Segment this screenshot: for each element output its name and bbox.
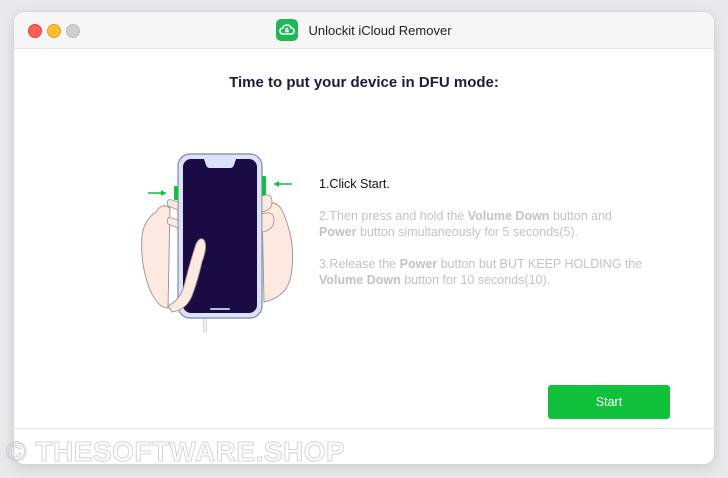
app-window: Unlockit iCloud Remover Time to put your…: [14, 12, 714, 464]
volume-down-marker: [174, 186, 178, 200]
cloud-unlock-icon: [276, 19, 299, 41]
start-button[interactable]: Start: [548, 385, 670, 419]
watermark: © THESOFTWARE.SHOP: [5, 436, 346, 468]
power-marker: [262, 176, 266, 196]
page-title: Time to put your device in DFU mode:: [229, 74, 499, 91]
step-3: 3.Release the Power button but BUT KEEP …: [319, 257, 643, 287]
window-title: Unlockit iCloud Remover: [308, 22, 452, 38]
title-area: Unlockit iCloud Remover: [14, 18, 714, 42]
instruction-steps: 1.Click Start. 2.Then press and hold the…: [319, 176, 649, 304]
title-bar: Unlockit iCloud Remover: [14, 12, 714, 49]
step-1: 1.Click Start.: [319, 177, 390, 191]
footer-divider: [14, 428, 714, 429]
step-2: 2.Then press and hold the Volume Down bu…: [319, 209, 612, 239]
dfu-illustration: [132, 140, 302, 355]
